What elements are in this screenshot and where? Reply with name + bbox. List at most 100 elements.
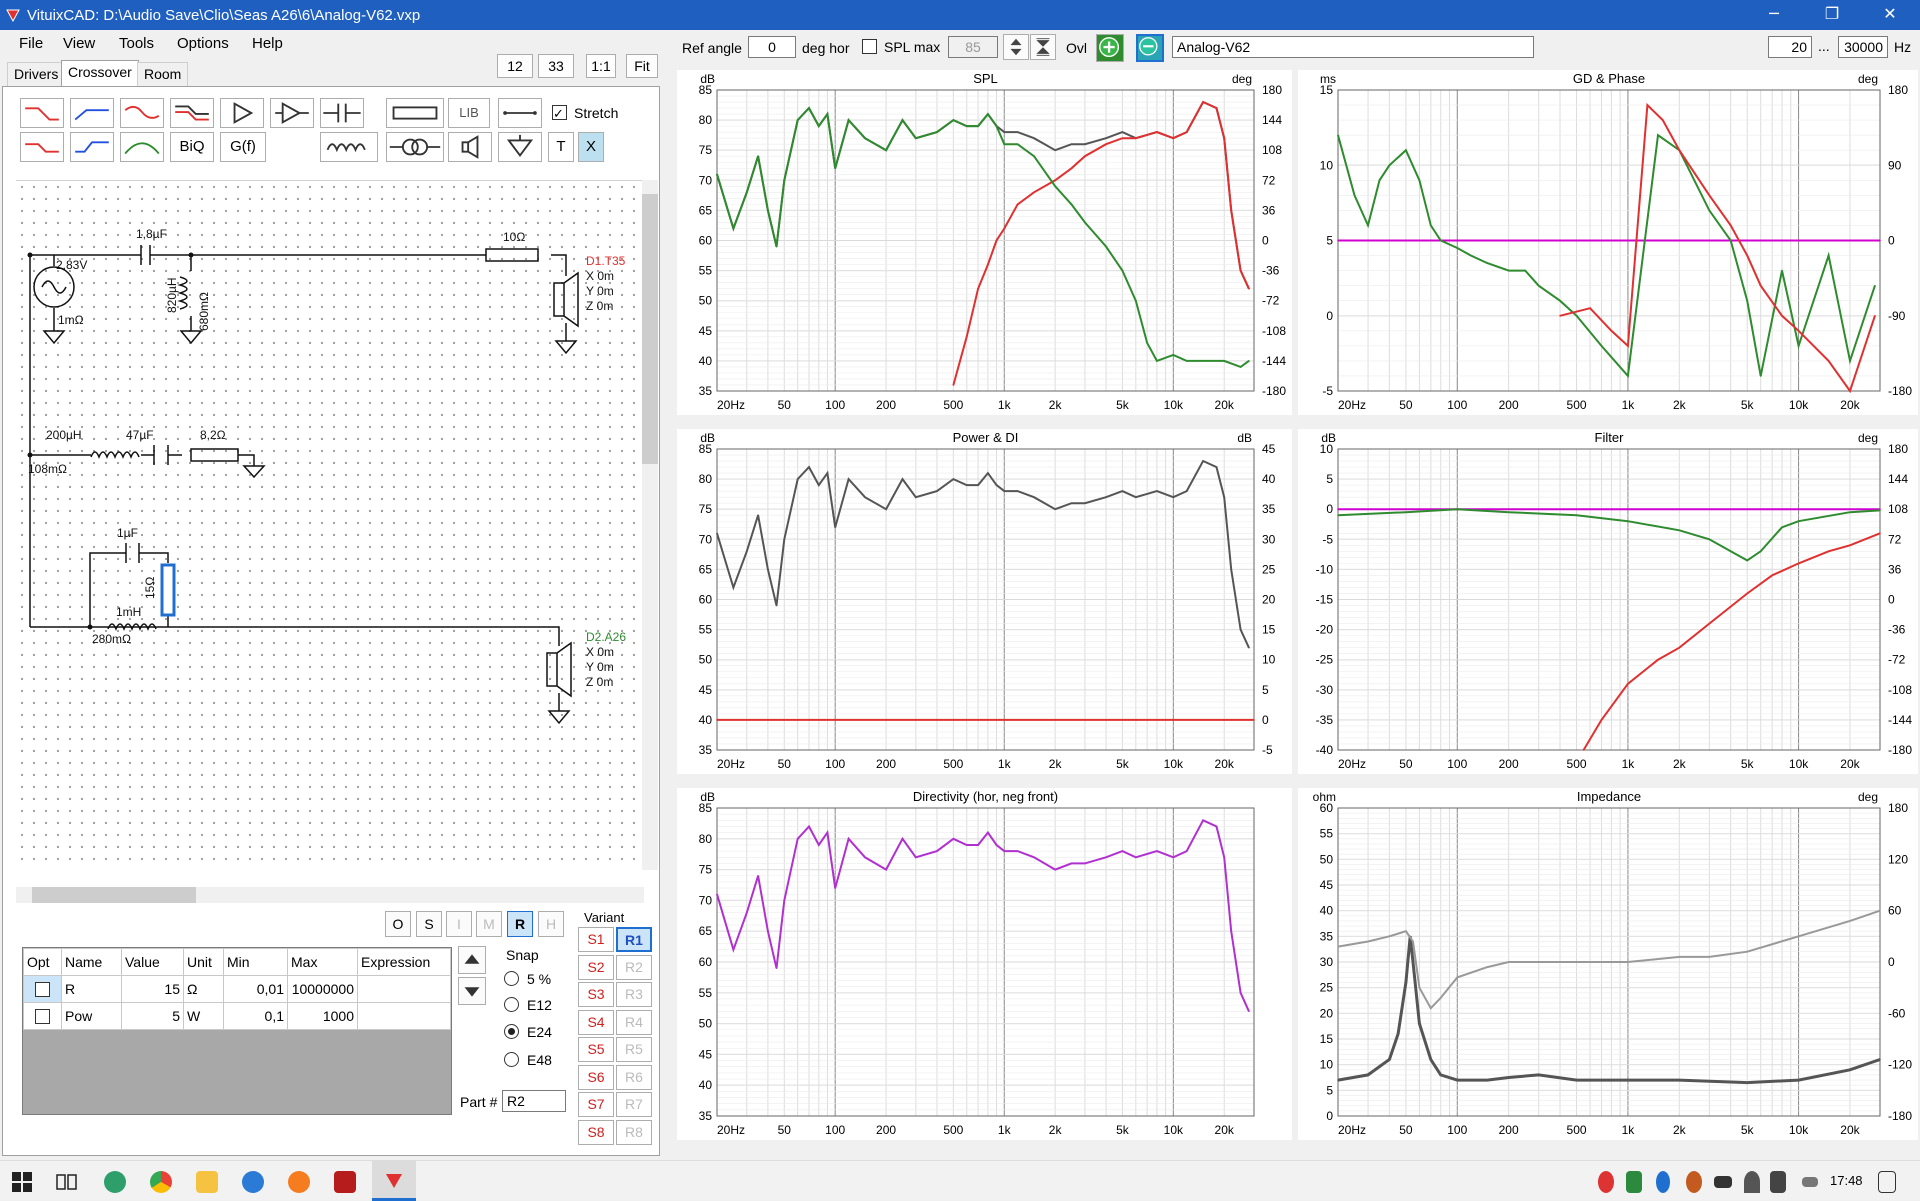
variant-r8-button[interactable]: R8 (616, 1119, 652, 1145)
zoom-12-button[interactable]: 12 (497, 54, 533, 78)
menu-options[interactable]: Options (177, 35, 229, 52)
variant-r7-button[interactable]: R7 (616, 1092, 652, 1117)
volume-icon[interactable] (1770, 1171, 1786, 1193)
opt-checkbox[interactable] (35, 982, 50, 998)
edge-icon[interactable] (104, 1171, 126, 1193)
spl-chart[interactable]: 354045505560657075808520Hz 50 100 200 500 1k 2… (677, 70, 1292, 415)
zoom-33-button[interactable]: 33 (538, 54, 574, 78)
inductor-button[interactable] (320, 132, 378, 162)
snap-e12-radio[interactable] (504, 997, 519, 1012)
variant-s6-button[interactable]: S6 (578, 1064, 614, 1090)
horizontal-scroll-thumb[interactable] (32, 887, 196, 903)
variant-s3-button[interactable]: S3 (578, 982, 614, 1007)
resistor-button[interactable] (386, 98, 444, 128)
directivity-chart[interactable]: 354045505560657075808520Hz 50 100 200 500 1k 2… (677, 788, 1292, 1140)
min-cell[interactable]: 0,01 (223, 975, 288, 1003)
bandpass-red-button[interactable] (120, 98, 164, 128)
opt-cell[interactable] (23, 975, 62, 1003)
lowpass-red-button[interactable] (20, 98, 64, 128)
menu-view[interactable]: View (63, 35, 95, 52)
file-explorer-icon[interactable] (196, 1171, 218, 1193)
bandpass-green-button[interactable] (120, 132, 164, 162)
biquad-button[interactable]: BiQ (170, 132, 214, 162)
freq-high-input[interactable]: 30000 (1838, 36, 1888, 58)
variant-r2-button[interactable]: R2 (616, 954, 652, 980)
directivity-chart-panel[interactable]: 35 40 45 50 55 60 65 70 75 80 85 20Hz 50 100 200 500 1k 2… (677, 788, 1292, 1140)
variant-r5-button[interactable]: R5 (616, 1037, 652, 1062)
vituixcad-taskbar-button[interactable] (372, 1161, 416, 1201)
power-di-chart-panel[interactable]: 35 40 45 50 55 60 65 70 75 80 85 20Hz 50 100 200 500 1k 2… (677, 429, 1292, 774)
variant-s5-button[interactable]: S5 (578, 1037, 614, 1062)
spl-fit-button[interactable] (1030, 34, 1056, 60)
tab-crossover[interactable]: Crossover (61, 60, 139, 86)
mode-o-button[interactable]: O (385, 911, 411, 937)
move-down-button[interactable] (458, 977, 486, 1005)
variant-r6-button[interactable]: R6 (616, 1064, 652, 1090)
value-cell[interactable]: 15 (121, 975, 184, 1003)
spl-up-down-button[interactable] (1003, 34, 1029, 60)
tab-drivers[interactable]: Drivers (7, 62, 66, 86)
impedance-chart[interactable]: 0 5 10 15 20 25 30 35 40 45 50 55 60 20Hz 50 100 200 500 1… (1298, 788, 1918, 1140)
variant-s7-button[interactable]: S7 (578, 1092, 614, 1117)
spl-max-input[interactable]: 85 (948, 36, 998, 58)
wifi-icon[interactable] (1744, 1171, 1760, 1193)
max-cell[interactable]: 1000 (287, 1002, 358, 1030)
add-overlay-button[interactable] (1096, 34, 1124, 62)
highpass-blue-button[interactable] (70, 98, 114, 128)
opt-cell[interactable] (23, 1002, 62, 1030)
wire-button[interactable] (498, 98, 542, 128)
defender-icon[interactable] (1626, 1171, 1642, 1193)
variant-s4-button[interactable]: S4 (578, 1009, 614, 1035)
spl-chart-panel[interactable]: 35 40 45 50 55 60 65 70 75 80 85 20Hz 50 100 200 500 1k 2… (677, 70, 1292, 415)
ground-button[interactable] (498, 132, 542, 162)
snap-5pct-radio[interactable] (504, 971, 519, 986)
filter-chart-panel[interactable]: -40 -35 -30 -25 -20 -15 -10 -5 0 5 10 20Hz 50 100 200 5… (1298, 429, 1918, 774)
lowpass-red-2-button[interactable] (20, 132, 64, 162)
variant-r3-button[interactable]: R3 (616, 982, 652, 1007)
move-up-button[interactable] (458, 946, 486, 974)
power-di-chart[interactable]: 354045505560657075808520Hz 50 100 200 500 1k 2… (677, 429, 1292, 774)
firefox-icon[interactable] (288, 1171, 310, 1193)
stretch-checkbox[interactable]: ✓ (552, 105, 567, 121)
min-cell[interactable]: 0,1 (223, 1002, 288, 1030)
delete-button[interactable]: X (578, 132, 604, 162)
library-button[interactable]: LIB (448, 98, 490, 128)
variant-s8-button[interactable]: S8 (578, 1119, 614, 1145)
schematic-canvas[interactable]: 2,83V 1mΩ 1,8µF 820µH 680mΩ 10Ω D1.T35 X… (16, 180, 644, 870)
menu-file[interactable]: File (19, 35, 43, 52)
start-windows-icon[interactable] (12, 1172, 32, 1192)
cortana-icon[interactable] (242, 1171, 264, 1193)
snap-e48-radio[interactable] (504, 1052, 519, 1067)
highpass-blue-2-button[interactable] (70, 132, 114, 162)
filter-chart[interactable]: -40-35-30-25-20-15-10-5051020Hz 50 100 200 5… (1298, 429, 1918, 774)
keyboard-icon[interactable] (1802, 1177, 1818, 1187)
gd-phase-chart-panel[interactable]: -5 0 5 10 15 20Hz 50 100 200 500 1k 2k 5k 10k 20k 180 90… (1298, 70, 1918, 415)
menu-tools[interactable]: Tools (119, 35, 154, 52)
spl-max-checkbox[interactable] (862, 39, 877, 54)
minimize-button[interactable]: ─ (1745, 0, 1803, 30)
text-button[interactable]: T (548, 132, 574, 162)
remove-overlay-button[interactable] (1136, 34, 1164, 62)
max-cell[interactable]: 10000000 (287, 975, 358, 1003)
mode-i-button[interactable]: I (446, 911, 472, 937)
variant-r4-button[interactable]: R4 (616, 1009, 652, 1035)
variant-s1-button[interactable]: S1 (578, 927, 614, 952)
buffer-button[interactable] (220, 98, 264, 128)
ref-angle-input[interactable]: 0 (748, 36, 796, 58)
menu-help[interactable]: Help (252, 35, 283, 52)
vertical-scroll-thumb[interactable] (642, 194, 658, 464)
tray-app2-icon[interactable] (1686, 1171, 1702, 1193)
chrome-icon[interactable] (150, 1171, 172, 1193)
expression-cell[interactable] (357, 975, 451, 1003)
variant-r1-button[interactable]: R1 (616, 927, 652, 952)
variant-name-input[interactable]: Analog-V62 (1172, 36, 1534, 58)
freq-low-input[interactable]: 20 (1768, 36, 1812, 58)
schematic-vertical-scrollbar[interactable] (642, 180, 658, 870)
opt-checkbox[interactable] (35, 1009, 50, 1025)
transformer-button[interactable] (386, 132, 444, 162)
close-button[interactable]: ✕ (1861, 0, 1919, 30)
notifications-icon[interactable] (1878, 1171, 1896, 1193)
shelf-button[interactable] (170, 98, 214, 128)
selected-resistor-r2[interactable] (160, 563, 176, 617)
gd-phase-chart[interactable]: -505101520Hz 50 100 200 500 1k 2k 5k 10k 20k18090… (1298, 70, 1918, 415)
